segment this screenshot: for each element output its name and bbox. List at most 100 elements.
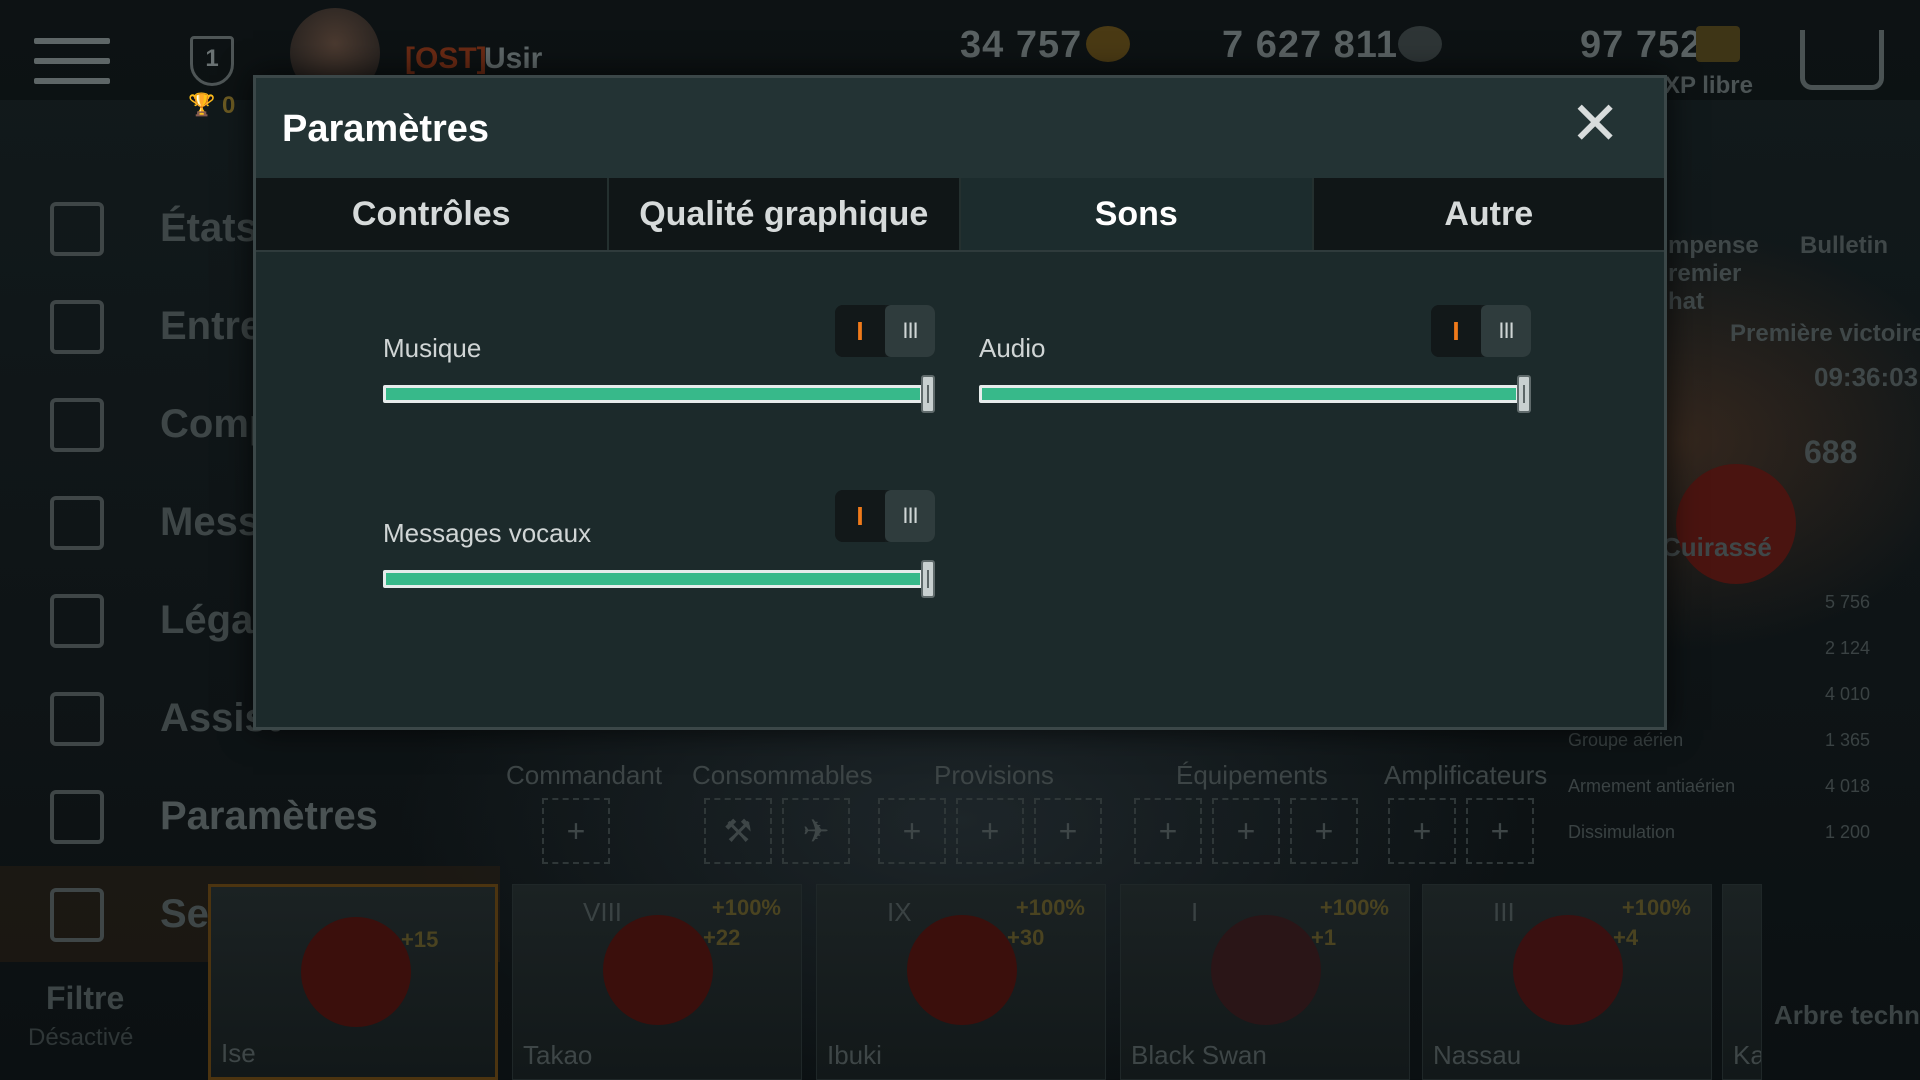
stars-count: 688 [1804,434,1858,470]
ship-trophy-bonus: +1 [1311,925,1337,950]
slider-fill [982,388,1516,400]
menu-item-label: Mess [160,500,261,544]
stat-value: 1 365 [1824,730,1870,750]
ship-card[interactable]: I +100% +1 Black Swan [1120,884,1410,1080]
ship-card[interactable]: VIII +100% +22 Takao [512,884,802,1080]
silver-value: 7 627 811 [1222,24,1398,66]
music-label: Musique [383,333,482,363]
ship-card[interactable]: III +100% +4 Nassau [1422,884,1712,1080]
equipment-label-boosters: Amplificateurs [1384,760,1548,790]
slider-thumb[interactable] [921,375,935,413]
mode-single-option[interactable]: I [835,490,885,542]
menu-item-label: États [160,206,258,250]
slider-thumb[interactable] [1517,375,1531,413]
rank-shield-icon: 1 [190,36,234,86]
ship-xp-bonus: +100% [1621,895,1691,920]
audio-volume-slider[interactable] [979,375,1531,413]
pencil-icon [50,692,104,746]
audio-mode-toggle[interactable]: I III [1431,305,1531,357]
voice-messages-volume-slider[interactable] [383,560,935,598]
stat-label: Armement antiaérien [1568,776,1736,796]
music-mode-toggle[interactable]: I III [835,305,935,357]
wrench-icon [50,790,104,844]
free-xp-label: XP libre [1664,72,1753,99]
tab-qualite-graphique[interactable]: Qualité graphique [608,178,961,250]
equipment-label-upgrades: Équipements [1176,760,1328,790]
ship-card[interactable]: +15 Ise [208,884,498,1080]
trophy-count: 0 [222,92,236,119]
ship-tier: IX [887,897,912,927]
equipment-label-provisions: Provisions [934,760,1054,790]
ship-name: Ise [221,1038,256,1068]
tab-controles[interactable]: Contrôles [256,178,609,250]
first-victory-label: Première victoire [1730,320,1920,347]
stat-value: 4 010 [1824,684,1870,704]
stat-value: 2 124 [1824,638,1870,658]
provision-slot[interactable]: + [956,798,1024,864]
modal-header: Paramètres ✕ [256,78,1664,178]
consumable-slot[interactable]: ⚒ [704,798,772,864]
tech-tree-label[interactable]: Arbre techno [1774,1000,1920,1031]
nation-flag-disc [603,915,713,1025]
settings-tabs: Contrôles Qualité graphique Sons Autre [256,178,1664,250]
reward-label-1: mpense [1668,232,1759,259]
ship-name: Nassau [1433,1040,1522,1070]
cart-icon[interactable] [1800,30,1884,90]
upgrade-slot[interactable]: + [1290,798,1358,864]
mode-single-option[interactable]: I [1431,305,1481,357]
booster-slot[interactable]: + [1388,798,1456,864]
audio-label: Audio [979,333,1046,363]
settings-modal: Paramètres ✕ Contrôles Qualité graphique… [253,75,1667,730]
captain-icon [50,202,104,256]
ship-card[interactable]: Kai [1722,884,1762,1080]
mode-triple-option[interactable]: III [1481,305,1531,357]
tabs-divider [256,250,1664,252]
stat-label: Groupe aérien [1568,730,1684,750]
menu-hamburger-icon[interactable] [34,38,110,88]
nation-flag-disc [907,915,1017,1025]
audio-volume-control: Audio I III [979,305,1531,415]
upgrade-slot[interactable]: + [1134,798,1202,864]
ship-card[interactable]: IX +100% +30 Ibuki [816,884,1106,1080]
mode-triple-option[interactable]: III [885,305,935,357]
stat-value: 1 200 [1824,822,1870,842]
mode-triple-option[interactable]: III [885,490,935,542]
tab-sons[interactable]: Sons [961,178,1314,250]
ship-name: Takao [523,1040,593,1070]
close-icon[interactable]: ✕ [1570,94,1620,154]
consumable-slot[interactable]: ✈ [782,798,850,864]
slider-thumb[interactable] [921,560,935,598]
id-card-icon [50,398,104,452]
tab-autre[interactable]: Autre [1313,178,1664,250]
booster-slot[interactable]: + [1466,798,1534,864]
filter-label[interactable]: Filtre [46,980,124,1017]
provision-slot[interactable]: + [1034,798,1102,864]
reward-label-2: remier [1668,260,1742,287]
music-volume-slider[interactable] [383,375,935,413]
provision-slot[interactable]: + [878,798,946,864]
commander-slot[interactable]: + [542,798,610,864]
ship-xp-bonus: +100% [1015,895,1085,920]
stat-label: Dissimulation [1568,822,1676,842]
slider-fill [386,388,920,400]
ship-xp-bonus: +100% [711,895,781,920]
envelope-icon [50,496,104,550]
gold-coin-icon[interactable] [1086,26,1130,62]
nation-flag-disc [1211,915,1321,1025]
username: Usir [484,42,543,75]
voice-mode-toggle[interactable]: I III [835,490,935,542]
upgrade-slot[interactable]: + [1212,798,1280,864]
free-xp-value: 97 752 [1580,24,1703,66]
menu-item-parametres[interactable]: Paramètres [0,768,500,864]
voice-messages-volume-control: Messages vocaux I III [383,490,935,600]
star-icon[interactable] [1696,26,1740,62]
ship-xp-bonus: +100% [1319,895,1389,920]
bulletin-label[interactable]: Bulletin [1800,232,1888,260]
ship-name: Kai [1733,1040,1761,1070]
credits-value: 34 757 [960,24,1083,66]
ship-trophy-bonus: +22 [703,925,741,950]
silver-coin-icon[interactable] [1398,26,1442,62]
scales-icon [50,594,104,648]
mode-single-option[interactable]: I [835,305,885,357]
nation-flag-disc [1676,464,1796,584]
